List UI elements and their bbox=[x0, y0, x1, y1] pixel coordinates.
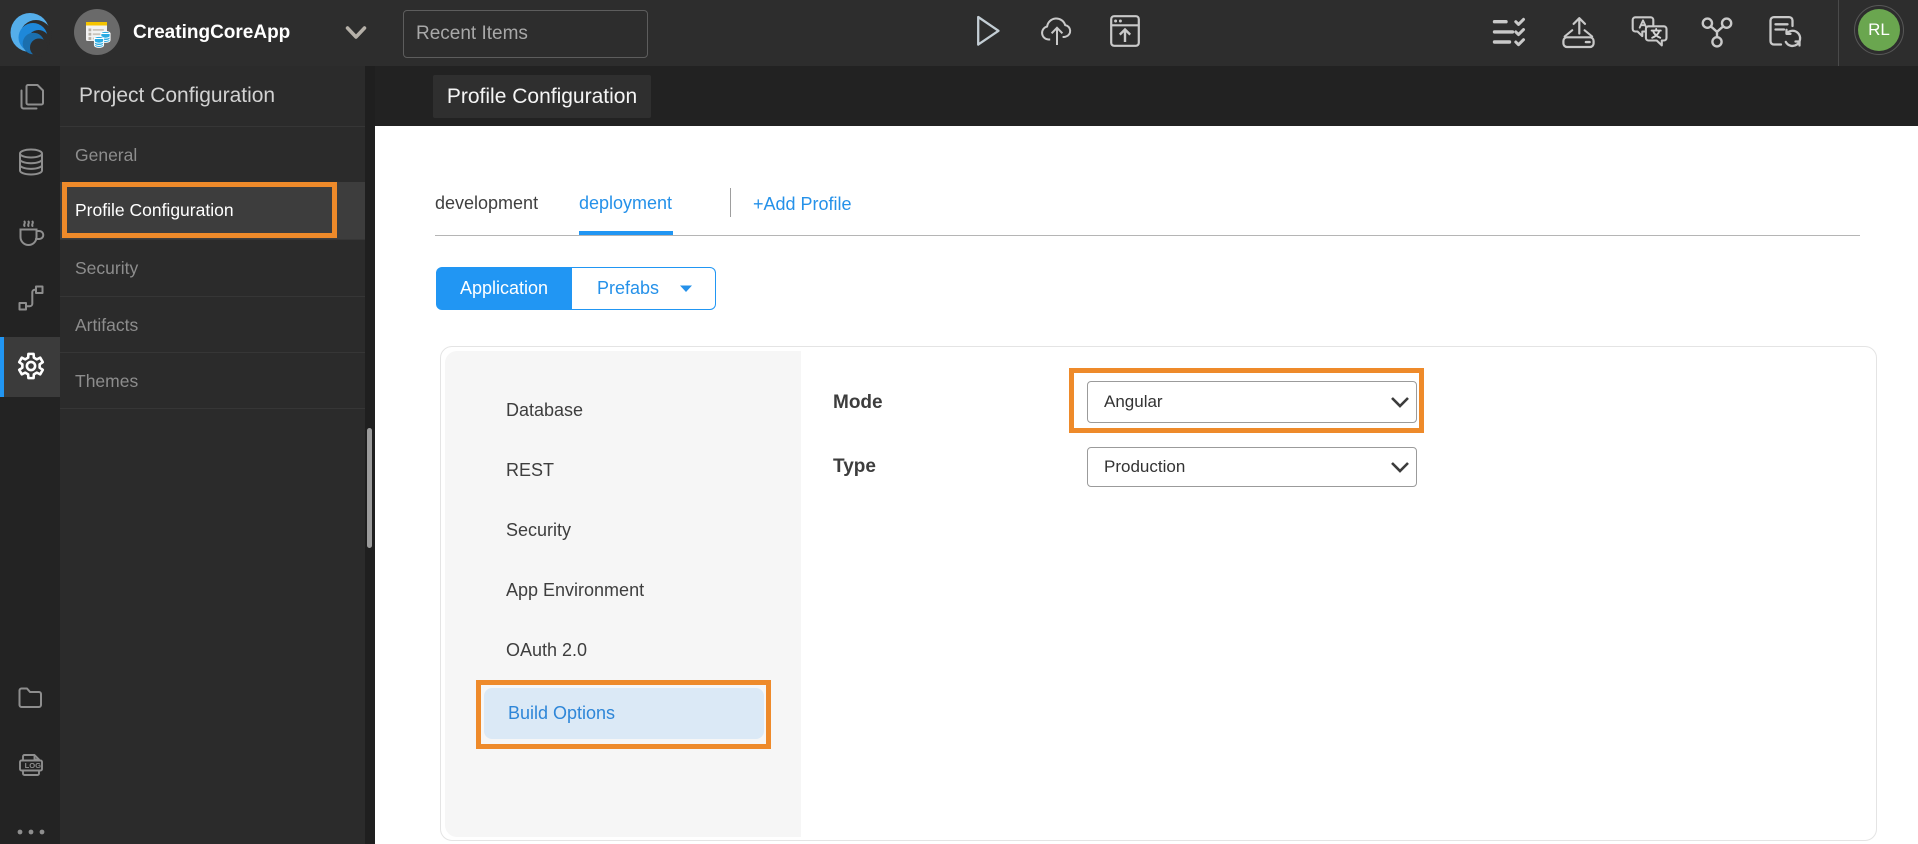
svg-text:LOG: LOG bbox=[25, 761, 42, 770]
